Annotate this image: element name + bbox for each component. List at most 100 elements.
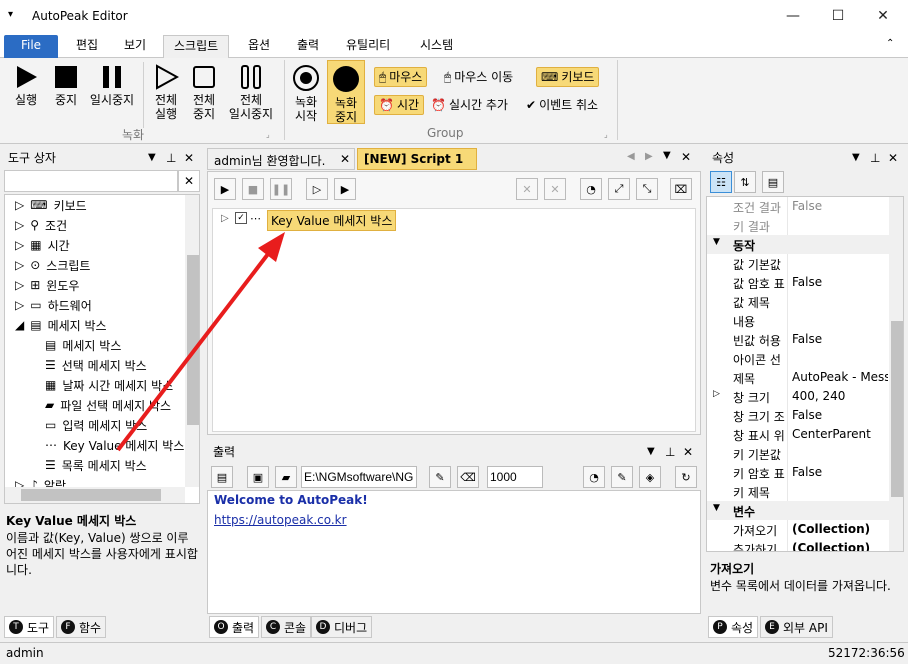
folder-icon[interactable]: ▰ [275, 466, 297, 488]
property-row[interactable]: 창 크기 조 False [707, 406, 889, 425]
keyboard-toggle[interactable]: ⌨ 키보드 [536, 67, 600, 87]
tab-view[interactable]: 보기 [114, 35, 156, 58]
tab-debug[interactable]: D 디버그 [311, 616, 373, 638]
close-icon[interactable]: ✕ [683, 440, 693, 464]
tab-external-api[interactable]: E 외부 API [760, 616, 833, 638]
delete-icon[interactable]: ✕ [516, 178, 538, 200]
step-icon[interactable]: ▷ [306, 178, 328, 200]
tab-output-log[interactable]: O 출력 [209, 616, 260, 638]
collapse-icon[interactable]: ⤡ [636, 178, 658, 200]
close-icon[interactable]: ✕ [888, 146, 898, 170]
eraser-icon[interactable]: ⌫ [457, 466, 479, 488]
expand-icon[interactable]: ⤢ [608, 178, 630, 200]
pin-icon[interactable]: ⊥ [870, 146, 880, 170]
group-expand-icon[interactable]: ⌟ [266, 130, 270, 139]
toolbox-search-input[interactable] [4, 170, 178, 192]
tree-item-list-messagebox[interactable]: ☰ 목록 메세지 박스 [45, 455, 147, 475]
property-row[interactable]: 키 기본값 [707, 444, 889, 463]
tree-item-keyvalue-messagebox[interactable]: ⋯ Key Value 메세지 박스 [45, 435, 184, 455]
tree-item-messagebox[interactable]: ◢ ▤ 메세지 박스 [15, 315, 107, 335]
pen-icon[interactable]: ✎ [611, 466, 633, 488]
tree-item-condition[interactable]: ▷ ⚲ 조건 [15, 215, 67, 235]
property-row[interactable]: 키 제목 [707, 482, 889, 501]
refresh-icon[interactable]: ↻ [675, 466, 697, 488]
trash-icon[interactable]: ⌧ [670, 178, 692, 200]
stop-icon[interactable]: ■ [242, 178, 264, 200]
paint-bucket-icon[interactable]: ◈ [639, 466, 661, 488]
mouse-toggle[interactable]: 🖱 마우스 [374, 67, 428, 87]
log-path-input[interactable] [301, 466, 417, 488]
collapse-ribbon-icon[interactable]: ⌃ [886, 38, 894, 49]
property-category[interactable]: ▼ 변수 [707, 501, 889, 520]
script-canvas[interactable]: ▷ ✓ ⋯ Key Value 메세지 박스 [212, 208, 696, 432]
save-icon[interactable]: ▣ [247, 466, 269, 488]
tab-options[interactable]: 옵션 [238, 35, 280, 58]
pause-all-button[interactable]: 전체 일시중지 [224, 64, 278, 121]
property-row[interactable]: 창 표시 위 CenterParent [707, 425, 889, 444]
log-count-input[interactable] [487, 466, 543, 488]
tab-properties[interactable]: P 속성 [708, 616, 759, 638]
tree-vscrollbar[interactable] [185, 195, 199, 487]
sort-alpha-icon[interactable]: ⇅ [734, 171, 756, 193]
tab-console[interactable]: C 콘솔 [261, 616, 312, 638]
close-button[interactable]: ✕ [860, 0, 906, 32]
event-cancel-button[interactable]: ✔ 이벤트 취소 [526, 95, 598, 115]
stop-button[interactable]: 중지 [48, 64, 84, 107]
mouse-move-toggle[interactable]: 🖱 마우스 이동 [444, 67, 513, 87]
run-icon[interactable]: ▶ [214, 178, 236, 200]
property-scrollbar[interactable] [889, 197, 903, 551]
tab-edit[interactable]: 편집 [66, 35, 108, 58]
dropdown-icon[interactable]: ▼ [148, 146, 156, 170]
scroll-left-icon[interactable]: ◀ [627, 151, 635, 162]
pin-icon[interactable]: ⊥ [166, 146, 176, 170]
tab-system[interactable]: 시스템 [410, 35, 463, 58]
node-checkbox[interactable]: ✓ [235, 212, 247, 224]
property-row[interactable]: 값 기본값 [707, 254, 889, 273]
dropdown-icon[interactable]: ▼ [647, 440, 655, 464]
property-row[interactable]: 키 결과 [707, 216, 889, 235]
script-node[interactable]: Key Value 메세지 박스 [267, 210, 397, 231]
tree-item-keyboard[interactable]: ▷ ⌨ 키보드 [15, 195, 87, 215]
record-stop-button[interactable]: 녹화 중지 [327, 60, 365, 124]
run-all-button[interactable]: 전체 실행 [148, 64, 184, 121]
pin-icon[interactable]: ⊥ [665, 440, 675, 464]
close-icon[interactable]: ✕ [681, 150, 691, 164]
tab-script1[interactable]: [NEW] Script 1 [357, 148, 477, 170]
property-row[interactable]: 아이콘 선 [707, 349, 889, 368]
clock-icon[interactable]: ◔ [580, 178, 602, 200]
pause-icon[interactable]: ❚❚ [270, 178, 292, 200]
system-menu-icon[interactable]: ▾ [8, 9, 13, 20]
log-link[interactable]: https://autopeak.co.kr [214, 513, 347, 527]
tree-item-input-messagebox[interactable]: ▭ 입력 메세지 박스 [45, 415, 147, 435]
clear-search-button[interactable]: ✕ [178, 170, 200, 192]
tab-output[interactable]: 출력 [287, 35, 329, 58]
tree-item-script[interactable]: ▷ ⊙ 스크립트 [15, 255, 90, 275]
group-expand-icon-2[interactable]: ⌟ [604, 130, 608, 139]
expand-node-icon[interactable]: ▷ [221, 213, 229, 224]
dropdown-icon[interactable]: ▼ [663, 150, 671, 161]
property-row[interactable]: 제목 AutoPeak - Messa [707, 368, 889, 387]
tab-file[interactable]: File [4, 35, 58, 58]
property-row[interactable]: 빈값 허용 False [707, 330, 889, 349]
dropdown-icon[interactable]: ▼ [852, 146, 860, 170]
property-row[interactable]: 값 암호 표 False [707, 273, 889, 292]
time-toggle[interactable]: ⏰ 시간 [374, 95, 425, 115]
brush-icon[interactable]: ✎ [429, 466, 451, 488]
property-row[interactable]: 추가하기 (Collection) [707, 539, 889, 551]
property-row[interactable]: ▷ 창 크기 400, 240 [707, 387, 889, 406]
property-row[interactable]: 내용 [707, 311, 889, 330]
delete-all-icon[interactable]: ✕ [544, 178, 566, 200]
tree-item-window[interactable]: ▷ ⊞ 윈도우 [15, 275, 79, 295]
minimize-button[interactable]: — [770, 0, 816, 32]
tab-utility[interactable]: 유틸리티 [336, 35, 400, 58]
clock-icon[interactable]: ◔ [583, 466, 605, 488]
property-row[interactable]: 가져오기 (Collection) [707, 520, 889, 539]
property-row[interactable]: 키 암호 표 False [707, 463, 889, 482]
tree-item-select-messagebox[interactable]: ☰ 선택 메세지 박스 [45, 355, 147, 375]
step-block-icon[interactable]: ▶ [334, 178, 356, 200]
tree-hscrollbar[interactable] [5, 487, 185, 503]
realtime-add-toggle[interactable]: ⏰ 실시간 추가 [431, 95, 508, 115]
record-start-button[interactable]: 녹화 시작 [288, 64, 324, 123]
tree-item-file-messagebox[interactable]: ▰ 파일 선택 메세지 박스 [45, 395, 171, 415]
property-row[interactable]: 값 제목 [707, 292, 889, 311]
